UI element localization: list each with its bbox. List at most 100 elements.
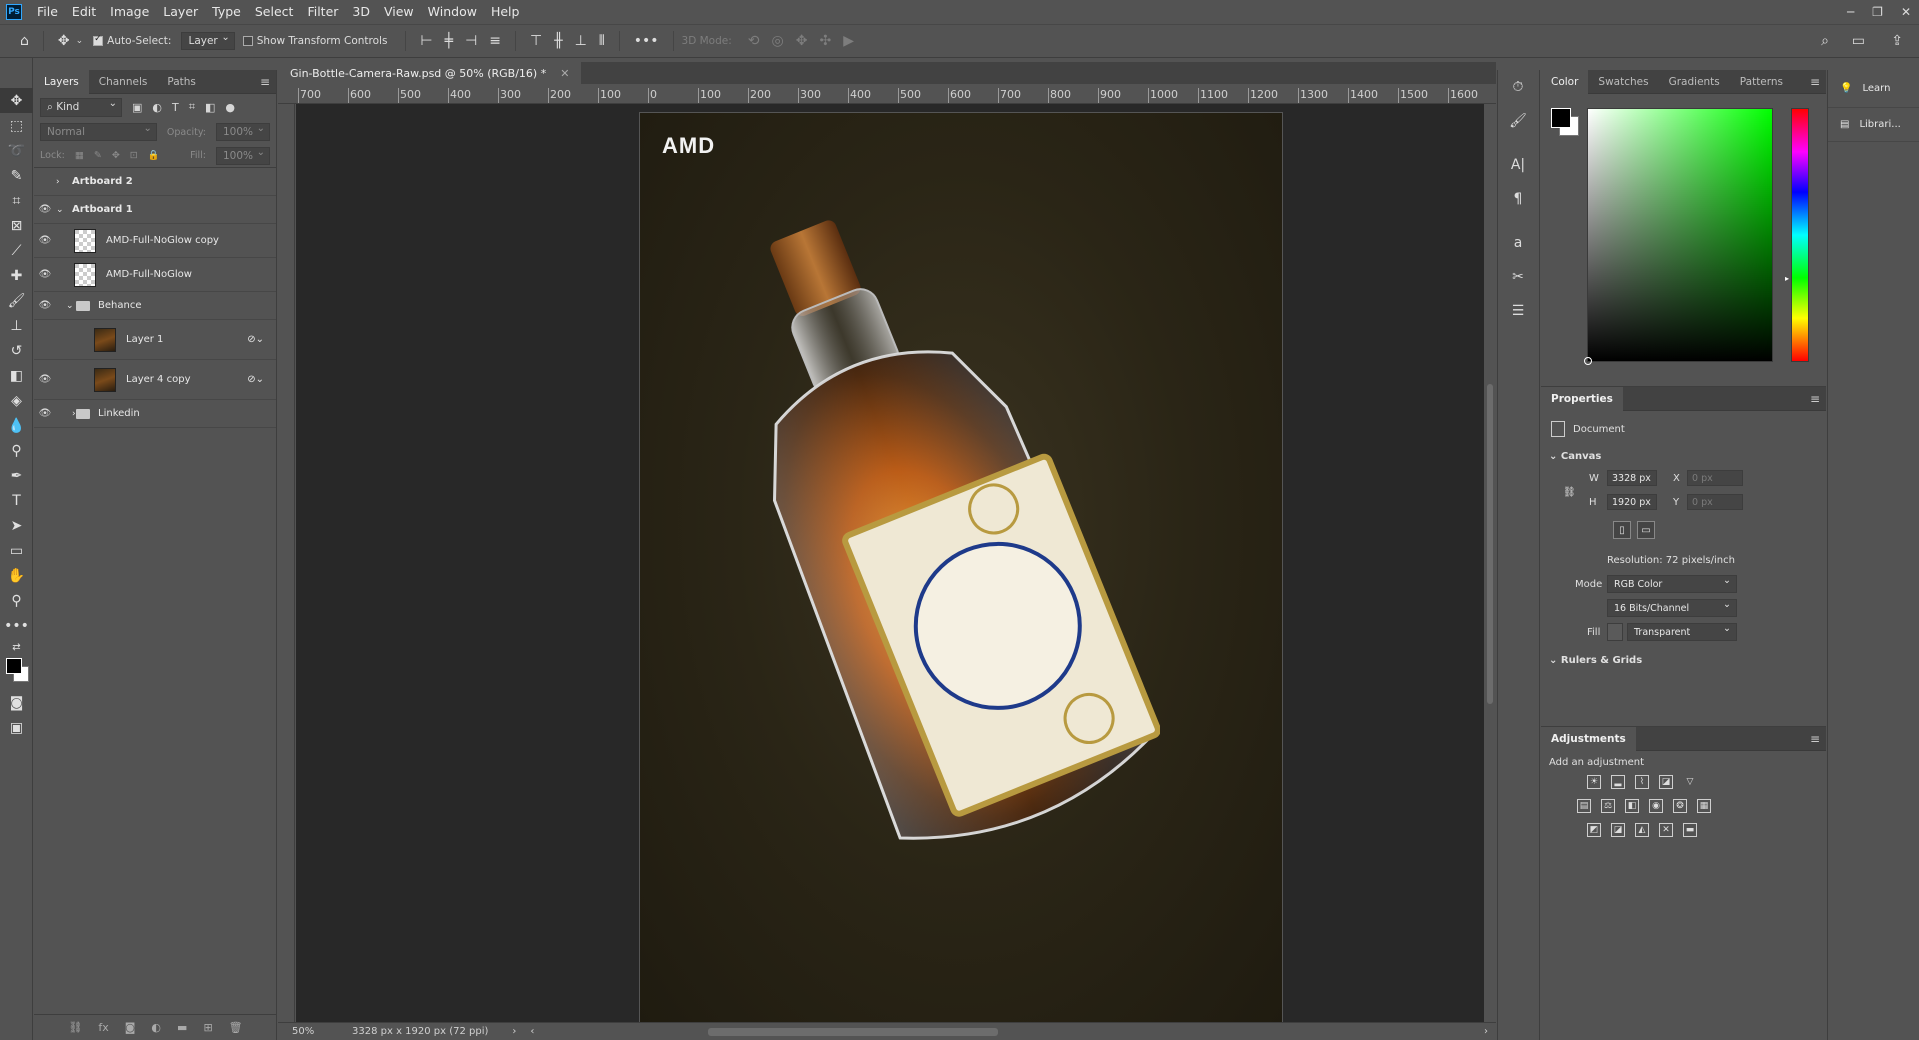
chevron-down-icon[interactable]: ⌄ (76, 36, 84, 46)
crop-tool-icon[interactable]: ⌗ (0, 188, 33, 213)
fill-dropdown[interactable]: Transparent (1627, 623, 1737, 641)
3d-pan-icon[interactable]: ✥ (796, 33, 808, 49)
color-mode-dropdown[interactable]: RGB Color (1607, 575, 1737, 593)
opacity-field[interactable]: 100% (215, 123, 270, 141)
show-transform-checkbox[interactable] (242, 36, 253, 46)
layer-row-amd-full-noglow[interactable]: 👁 AMD-Full-NoGlow (34, 258, 276, 292)
menu-image[interactable]: Image (103, 0, 156, 24)
menu-type[interactable]: Type (205, 0, 248, 24)
filter-toggle-icon[interactable]: ● (225, 101, 235, 114)
tab-swatches[interactable]: Swatches (1588, 70, 1658, 94)
tab-channels[interactable]: Channels (89, 70, 158, 94)
menu-window[interactable]: Window (421, 0, 484, 24)
panel-menu-icon[interactable]: ≡ (1810, 392, 1820, 406)
channel-mixer-icon[interactable]: ❂ (1673, 799, 1687, 813)
tab-properties[interactable]: Properties (1541, 386, 1623, 411)
tab-patterns[interactable]: Patterns (1730, 70, 1793, 94)
eye-icon[interactable]: 👁 (34, 408, 56, 419)
scroll-right-icon[interactable]: › (1484, 1026, 1488, 1037)
menu-help[interactable]: Help (484, 0, 527, 24)
filter-type-icon[interactable]: T (172, 101, 179, 114)
minimize-icon[interactable]: ─ (1847, 5, 1854, 19)
threshold-icon[interactable]: ◭ (1635, 823, 1649, 837)
menu-select[interactable]: Select (248, 0, 301, 24)
menu-3d[interactable]: 3D (345, 0, 377, 24)
3d-slide-icon[interactable]: ✣ (819, 33, 831, 49)
history-panel-icon[interactable]: ⏱ (1498, 70, 1538, 104)
brush-tool-icon[interactable]: 🖌 (0, 288, 33, 313)
rectangle-tool-icon[interactable]: ▭ (0, 538, 33, 563)
chevron-down-icon[interactable]: ⌄ (56, 205, 72, 215)
lock-pixels-icon[interactable]: ✎ (94, 150, 102, 161)
invert-icon[interactable]: ◩ (1587, 823, 1601, 837)
tab-color[interactable]: Color (1541, 69, 1589, 94)
eye-icon[interactable]: 👁 (34, 235, 56, 246)
restore-icon[interactable]: ❐ (1872, 5, 1883, 19)
black-white-icon[interactable]: ◧ (1625, 799, 1639, 813)
clone-stamp-tool-icon[interactable]: ⊥ (0, 313, 33, 338)
link-layers-icon[interactable]: ⛓ (68, 1021, 82, 1034)
height-field[interactable]: 1920 px (1607, 494, 1657, 510)
tab-layers[interactable]: Layers (34, 69, 89, 94)
paint-bucket-tool-icon[interactable]: ◈ (0, 388, 33, 413)
selective-color-icon[interactable]: ✕ (1659, 823, 1673, 837)
color-field[interactable] (1584, 108, 1773, 365)
quick-select-tool-icon[interactable]: ✎ (0, 163, 33, 188)
lock-artboard-icon[interactable]: ⊡ (130, 150, 138, 161)
layer-row-linkedin-group[interactable]: 👁 › Linkedin (34, 400, 276, 428)
link-dimensions-icon[interactable]: ⛓ (1563, 487, 1576, 498)
align-right-icon[interactable]: ⊣ (465, 33, 477, 49)
align-center-h-icon[interactable]: ╪ (445, 33, 453, 49)
more-options-icon[interactable]: ••• (634, 33, 659, 49)
smart-filter-icon[interactable]: ⊘⌄ (247, 334, 264, 345)
delete-layer-icon[interactable]: 🗑 (229, 1021, 243, 1034)
fill-field[interactable]: 100% (215, 146, 270, 165)
layer-row-layer-1[interactable]: Layer 1 ⊘⌄ (34, 320, 276, 360)
close-tab-icon[interactable]: ✕ (560, 67, 569, 80)
portrait-icon[interactable]: ▯ (1613, 521, 1631, 539)
eye-icon[interactable]: 👁 (34, 204, 56, 215)
quick-mask-icon[interactable]: ◙ (0, 690, 33, 715)
bit-depth-dropdown[interactable]: 16 Bits/Channel (1607, 599, 1737, 617)
photo-filter-icon[interactable]: ◉ (1649, 799, 1663, 813)
libraries-button[interactable]: ▤ Librari... (1828, 108, 1919, 142)
panel-menu-icon[interactable]: ≡ (260, 75, 270, 89)
home-icon[interactable]: ⌂ (20, 33, 29, 49)
photoshop-logo-icon[interactable]: Ps (6, 4, 22, 20)
canvas-section-header[interactable]: ⌄ Canvas (1549, 451, 1601, 462)
eye-icon[interactable]: 👁 (34, 300, 56, 311)
menu-filter[interactable]: Filter (300, 0, 345, 24)
eye-icon[interactable]: 👁 (34, 374, 56, 385)
panel-menu-icon[interactable]: ≡ (1810, 75, 1820, 89)
color-balance-icon[interactable]: ⚖ (1601, 799, 1615, 813)
layer-row-amd-full-noglow-copy[interactable]: 👁 AMD-Full-NoGlow copy (34, 224, 276, 258)
screen-mode-icon[interactable]: ▣ (0, 715, 33, 740)
fx-icon[interactable]: fx (98, 1021, 108, 1034)
hue-slider[interactable]: ▸ (1785, 108, 1809, 362)
history-brush-tool-icon[interactable]: ↺ (0, 338, 33, 363)
lock-transparent-icon[interactable]: ▦ (75, 150, 84, 161)
filter-kind-dropdown[interactable]: ⌕ Kind (40, 97, 122, 117)
vibrance-icon[interactable]: ▽ (1683, 775, 1697, 789)
status-arrow-icon[interactable]: › (488, 1026, 516, 1037)
exposure-icon[interactable]: ◪ (1659, 775, 1673, 789)
gradient-map-icon[interactable]: ▬ (1683, 823, 1697, 837)
foreground-color-swatch[interactable] (6, 658, 22, 674)
healing-brush-tool-icon[interactable]: ✚ (0, 263, 33, 288)
lock-position-icon[interactable]: ✥ (112, 150, 120, 161)
menu-view[interactable]: View (377, 0, 421, 24)
align-left-icon[interactable]: ⊢ (420, 33, 432, 49)
scroll-left-icon[interactable]: ‹ (516, 1026, 534, 1037)
menu-edit[interactable]: Edit (65, 0, 103, 24)
filter-adjustment-icon[interactable]: ◐ (152, 101, 162, 114)
type-tool-icon[interactable]: T (0, 488, 33, 513)
foreground-color-swatch[interactable] (1551, 108, 1571, 128)
levels-icon[interactable]: ▂ (1611, 775, 1625, 789)
new-group-icon[interactable]: ▬ (177, 1021, 187, 1034)
menu-layer[interactable]: Layer (156, 0, 205, 24)
3d-orbit-icon[interactable]: ⟲ (748, 33, 760, 49)
more-tools-icon[interactable]: ••• (0, 613, 33, 638)
align-middle-icon[interactable]: ╫ (554, 33, 562, 49)
brush-settings-icon[interactable]: 🖌 (1498, 104, 1538, 138)
pen-tool-icon[interactable]: ✒ (0, 463, 33, 488)
